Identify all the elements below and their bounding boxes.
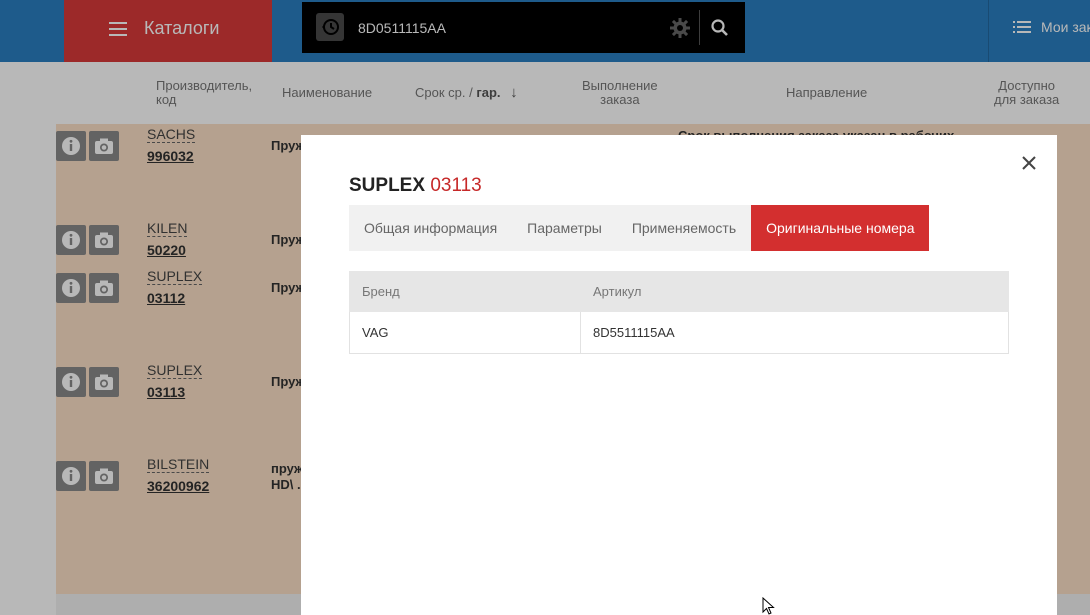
modal-title-code: 03113 bbox=[430, 175, 482, 196]
modal-title: SUPLEX 03113 bbox=[349, 175, 482, 197]
column-article: Артикул bbox=[580, 271, 1009, 312]
modal-tabs: Общая информация Параметры Применяемость… bbox=[349, 205, 930, 251]
tab-original-numbers[interactable]: Оригинальные номера bbox=[751, 205, 930, 251]
table-row: VAG 8D5511115AA bbox=[349, 311, 1009, 354]
original-numbers-table: Бренд Артикул VAG 8D5511115AA bbox=[349, 271, 1009, 354]
tab-general-info[interactable]: Общая информация bbox=[349, 205, 512, 251]
tab-parameters[interactable]: Параметры bbox=[512, 205, 617, 251]
close-icon[interactable] bbox=[1018, 152, 1040, 174]
entry-article: 8D5511115AA bbox=[580, 311, 1009, 354]
product-details-modal: SUPLEX 03113 Общая информация Параметры … bbox=[301, 135, 1057, 615]
table-header-row: Бренд Артикул bbox=[349, 271, 1009, 312]
entry-brand: VAG bbox=[349, 311, 581, 354]
modal-title-brand: SUPLEX bbox=[349, 175, 426, 196]
mouse-pointer-icon bbox=[762, 596, 776, 615]
tab-applicability[interactable]: Применяемость bbox=[617, 205, 751, 251]
column-brand: Бренд bbox=[349, 271, 581, 312]
